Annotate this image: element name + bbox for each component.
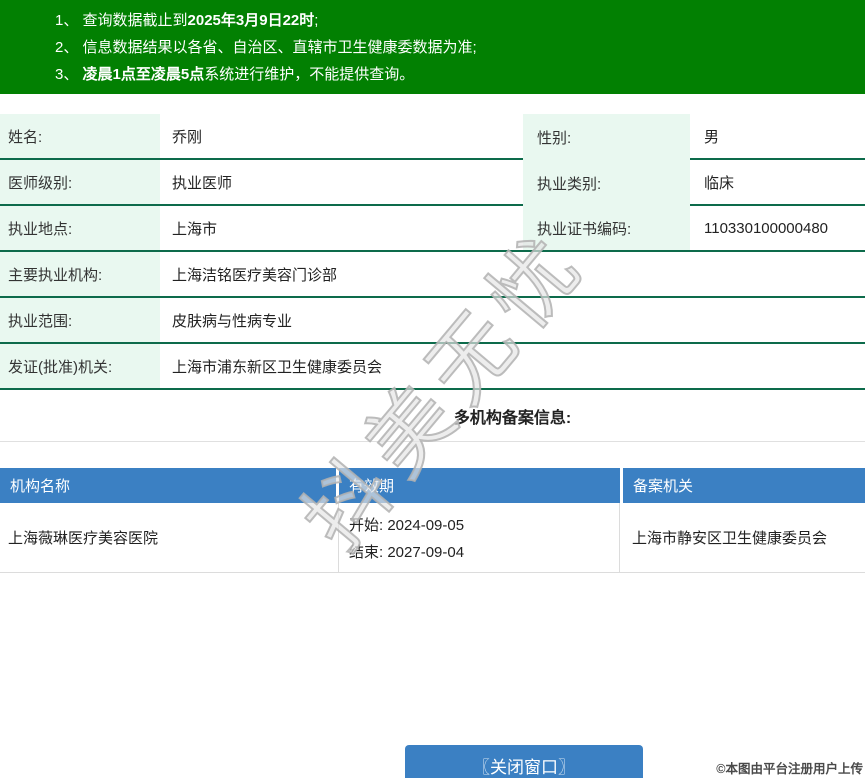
practice-category-label: 执业类别: [523, 160, 690, 206]
notice-3-bold: 凌晨1点至凌晨5点 [82, 66, 205, 83]
info-row-level-category: 医师级别: 执业医师 执业类别: 临床 [0, 160, 865, 206]
info-row-location-certno: 执业地点: 上海市 执业证书编码: 110330100000480 [0, 206, 865, 252]
notice-1-text: 1、 查询数据截止到 [55, 12, 188, 29]
practitioner-info-table: 姓名: 乔刚 性别: 男 医师级别: 执业医师 执业类别: 临床 执业地点: 上… [0, 114, 865, 390]
notice-3-text: 3、 [55, 66, 83, 83]
practice-scope-label: 执业范围: [0, 298, 160, 344]
notice-1-bold: 2025年3月9日22时 [187, 12, 315, 29]
close-window-button[interactable]: 〖关闭窗口〗 [405, 745, 643, 778]
notice-line-1: 1、 查询数据截止到2025年3月9日22时; [55, 7, 845, 34]
validity-cell: 开始: 2024-09-05 结束: 2027-09-04 [339, 503, 620, 572]
col-header-filing-authority: 备案机关 [623, 468, 865, 503]
validity-end: 结束: 2027-09-04 [349, 539, 619, 566]
validity-start: 开始: 2024-09-05 [349, 512, 619, 539]
notice-banner: 1、 查询数据截止到2025年3月9日22时; 2、 信息数据结果以各省、自治区… [0, 0, 865, 94]
validity-end-label: 结束: [349, 544, 384, 561]
notice-line-3: 3、 凌晨1点至凌晨5点系统进行维护，不能提供查询。 [55, 61, 845, 88]
practice-location-value: 上海市 [160, 206, 523, 252]
filing-authority-cell: 上海市静安区卫生健康委员会 [632, 530, 828, 547]
col-header-org-name: 机构名称 [0, 468, 336, 503]
info-row-issuing-authority: 发证(批准)机关: 上海市浦东新区卫生健康委员会 [0, 344, 865, 390]
notice-2-text: 2、 信息数据结果以各省、自治区、直辖市卫生健康委数据为准; [55, 39, 477, 56]
certificate-number-value: 110330100000480 [690, 206, 865, 252]
main-institution-label: 主要执业机构: [0, 252, 160, 298]
main-institution-value: 上海洁铭医疗美容门诊部 [160, 252, 865, 298]
filing-table: 机构名称 有效期 备案机关 上海薇琳医疗美容医院 开始: 2024-09-05 … [0, 468, 865, 573]
filing-table-header: 机构名称 有效期 备案机关 [0, 468, 865, 503]
notice-line-2: 2、 信息数据结果以各省、自治区、直辖市卫生健康委数据为准; [55, 34, 845, 61]
filing-table-row: 上海薇琳医疗美容医院 开始: 2024-09-05 结束: 2027-09-04… [0, 503, 865, 573]
validity-start-date: 2024-09-05 [387, 517, 465, 534]
name-label: 姓名: [0, 114, 160, 160]
info-row-practice-scope: 执业范围: 皮肤病与性病专业 [0, 298, 865, 344]
practice-category-value: 临床 [690, 160, 865, 206]
org-name-cell: 上海薇琳医疗美容医院 [0, 503, 339, 572]
gender-label: 性别: [523, 114, 690, 160]
col-header-validity: 有效期 [339, 468, 620, 503]
doctor-level-value: 执业医师 [160, 160, 523, 206]
info-row-main-institution: 主要执业机构: 上海洁铭医疗美容门诊部 [0, 252, 865, 298]
notice-3-post: 系统进行维护，不能提供查询。 [204, 66, 415, 83]
practice-scope-value: 皮肤病与性病专业 [160, 298, 865, 344]
validity-end-date: 2027-09-04 [387, 544, 465, 561]
gender-value: 男 [690, 114, 865, 160]
doctor-level-label: 医师级别: [0, 160, 160, 206]
notice-1-post: ; [314, 12, 319, 29]
validity-start-label: 开始: [349, 517, 384, 534]
multi-org-filing-title: 多机构备案信息: [453, 409, 572, 427]
practice-location-label: 执业地点: [0, 206, 160, 252]
license-query-result-page: 1、 查询数据截止到2025年3月9日22时; 2、 信息数据结果以各省、自治区… [0, 0, 865, 778]
info-row-name-gender: 姓名: 乔刚 性别: 男 [0, 114, 865, 160]
name-value: 乔刚 [160, 114, 523, 160]
multi-org-filing-section: 多机构备案信息: [0, 390, 865, 442]
certificate-number-label: 执业证书编码: [523, 206, 690, 252]
upload-credit-watermark: ©本图由平台注册用户上传 [716, 762, 863, 776]
issuing-authority-label: 发证(批准)机关: [0, 344, 160, 390]
issuing-authority-value: 上海市浦东新区卫生健康委员会 [160, 344, 865, 390]
